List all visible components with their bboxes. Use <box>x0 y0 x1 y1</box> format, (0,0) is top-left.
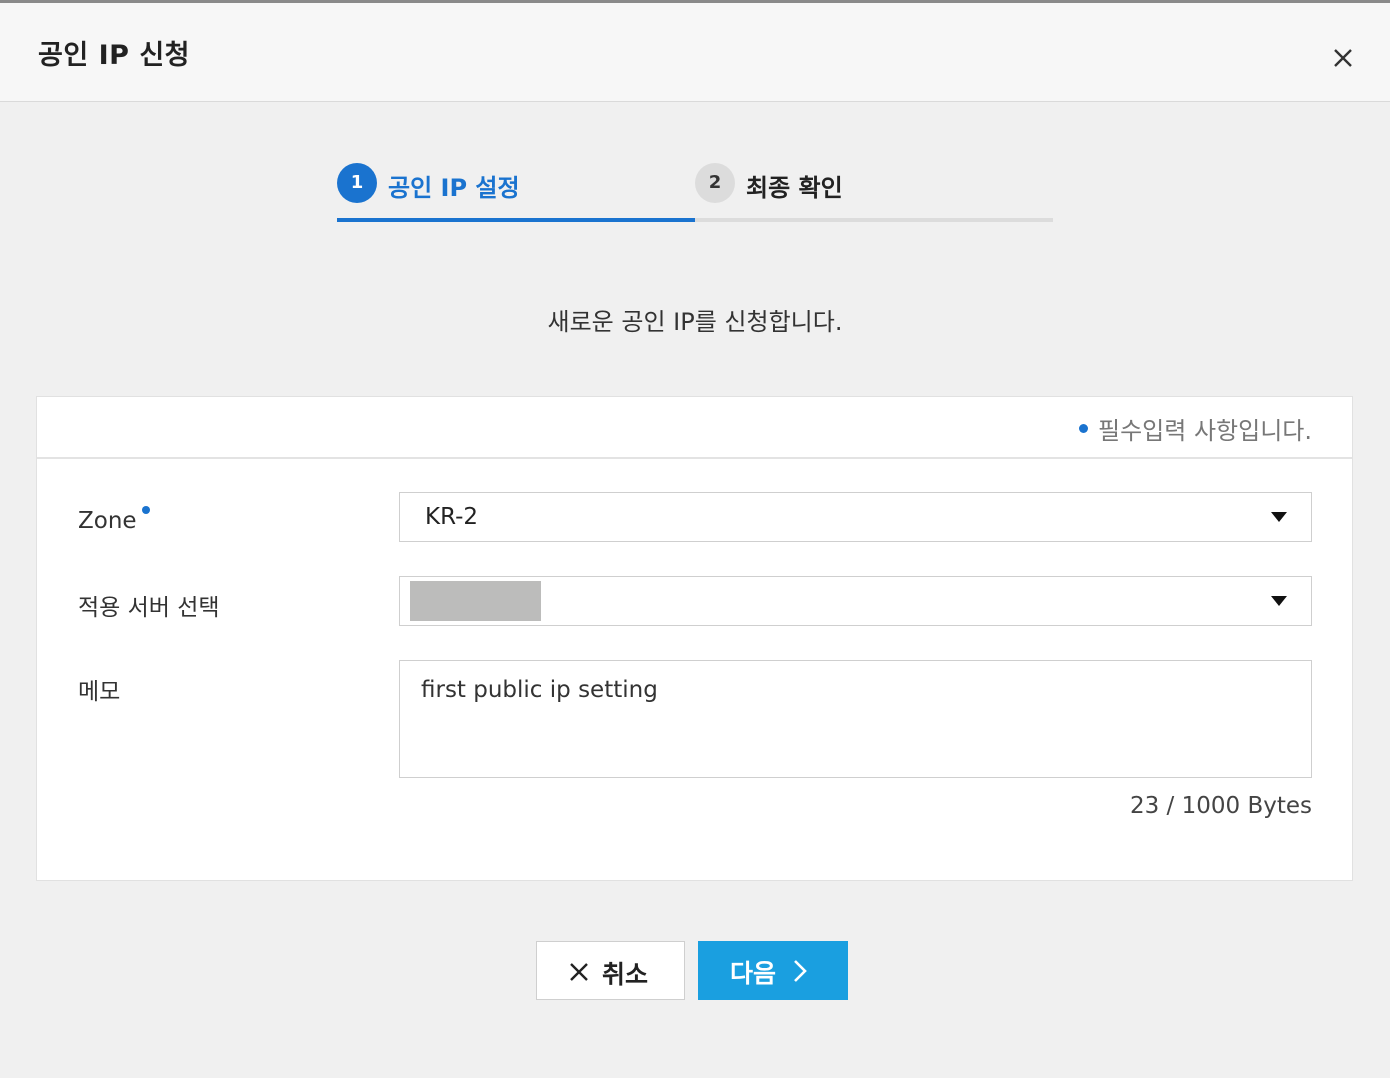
memo-label: 메모 <box>78 679 121 705</box>
required-note: 필수입력 사항입니다. <box>1079 411 1312 446</box>
dialog-header: 공인 IP 신청 <box>0 3 1390 102</box>
server-label: 적용 서버 선택 <box>78 595 220 621</box>
zone-label: Zone <box>78 506 150 534</box>
close-icon[interactable] <box>1324 39 1362 77</box>
required-note-text: 필수입력 사항입니다. <box>1098 417 1312 445</box>
close-icon <box>570 963 588 981</box>
cancel-button[interactable]: 취소 <box>536 941 685 1000</box>
next-button-label: 다음 <box>730 959 777 988</box>
zone-select[interactable]: KR-2 <box>399 492 1312 542</box>
zone-label-text: Zone <box>78 508 137 534</box>
cancel-button-label: 취소 <box>602 960 649 989</box>
zone-select-value: KR-2 <box>425 504 479 530</box>
memo-textarea[interactable]: first public ip setting <box>399 660 1312 778</box>
required-dot-icon <box>141 506 150 514</box>
step-1: 1 공인 IP 설정 <box>337 160 695 222</box>
step-2-label: 최종 확인 <box>746 174 843 202</box>
dialog-title: 공인 IP 신청 <box>38 40 190 71</box>
memo-byte-counter: 23 / 1000 Bytes <box>1129 793 1312 819</box>
step-1-number: 1 <box>337 163 377 203</box>
server-select-value-redacted <box>410 581 541 621</box>
caret-down-icon <box>1271 596 1287 606</box>
form-card-header: 필수입력 사항입니다. <box>37 397 1352 459</box>
chevron-right-icon <box>794 960 807 982</box>
form-card: 필수입력 사항입니다. Zone KR-2 적용 서버 선택 메모 first … <box>36 396 1353 881</box>
required-dot-icon <box>1079 424 1089 433</box>
server-select[interactable] <box>399 576 1312 626</box>
stepper: 1 공인 IP 설정 2 최종 확인 <box>337 160 1053 222</box>
next-button[interactable]: 다음 <box>698 941 848 1000</box>
step-2: 2 최종 확인 <box>695 160 1053 222</box>
memo-value: first public ip setting <box>421 677 658 703</box>
step-1-label: 공인 IP 설정 <box>388 174 520 202</box>
step-2-number: 2 <box>695 163 735 203</box>
page-subtitle: 새로운 공인 IP를 신청합니다. <box>547 308 843 336</box>
caret-down-icon <box>1271 512 1287 522</box>
